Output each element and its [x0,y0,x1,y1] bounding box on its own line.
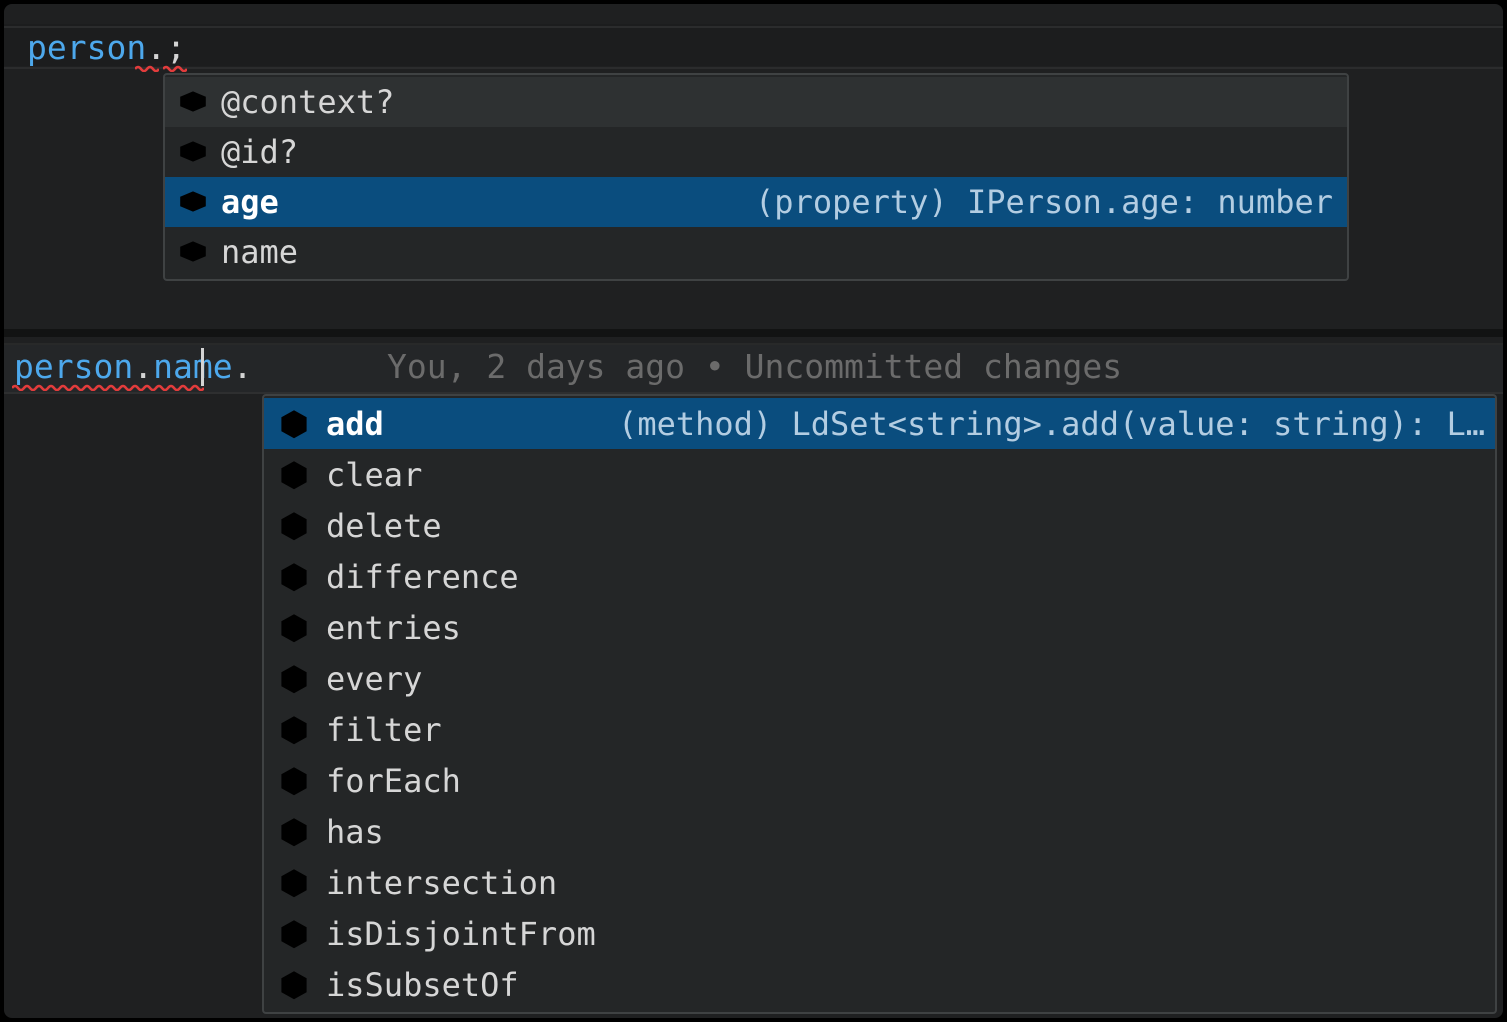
suggest-item-label: difference [326,558,519,596]
suggest-item-label: add [326,405,384,443]
suggest-item-difference[interactable]: difference [264,551,1495,602]
suggest-item-context[interactable]: @context? [165,77,1347,127]
error-squiggle [163,64,187,72]
code-token: . [133,347,153,386]
suggest-item-has[interactable]: has [264,806,1495,857]
current-line-border [4,343,1503,345]
field-icon [175,134,211,170]
code-token: person [27,28,146,67]
method-icon [276,814,312,850]
suggest-widget-properties: @context? @id? age (property) IPerson.ag… [163,73,1349,281]
method-icon [276,508,312,544]
suggest-item-label: intersection [326,864,557,902]
error-squiggle [12,383,204,391]
code-token: ; [166,28,186,67]
suggest-item-label: age [221,183,279,221]
suggest-item-label: delete [326,507,442,545]
method-icon [276,712,312,748]
method-icon [276,763,312,799]
method-icon [276,865,312,901]
suggest-item-intersection[interactable]: intersection [264,857,1495,908]
error-squiggle [135,64,159,72]
method-icon [276,406,312,442]
suggest-item-name[interactable]: name [165,227,1347,277]
suggest-item-label: has [326,813,384,851]
current-line-border [4,26,1503,28]
suggest-item-entries[interactable]: entries [264,602,1495,653]
field-icon [175,84,211,120]
suggest-item-label: @id? [221,133,298,171]
method-icon [276,559,312,595]
suggest-item-label: isDisjointFrom [326,915,596,953]
section-divider [4,329,1503,337]
method-icon [276,457,312,493]
suggest-item-every[interactable]: every [264,653,1495,704]
code-token: . [233,347,253,386]
code-line-2[interactable]: person.name. [14,347,252,387]
suggest-item-label: clear [326,456,422,494]
suggest-item-age-selected[interactable]: age (property) IPerson.age: number [165,177,1347,227]
suggest-item-label: name [221,233,298,271]
code-token: name [153,347,232,386]
suggest-item-label: @context? [221,83,394,121]
suggest-item-id[interactable]: @id? [165,127,1347,177]
suggest-widget-methods: add (method) LdSet<string>.add(value: st… [262,394,1497,1014]
suggest-item-delete[interactable]: delete [264,500,1495,551]
suggest-item-foreach[interactable]: forEach [264,755,1495,806]
suggest-item-label: filter [326,711,442,749]
suggest-item-label: entries [326,609,461,647]
code-token: . [146,28,166,67]
suggest-item-label: forEach [326,762,461,800]
field-icon [175,234,211,270]
method-icon [276,916,312,952]
suggest-item-isdisjointfrom[interactable]: isDisjointFrom [264,908,1495,959]
vscode-editor: person.; @context? @id? age (property) I… [4,4,1503,1018]
code-token: person [14,347,133,386]
method-icon [276,661,312,697]
suggest-item-filter[interactable]: filter [264,704,1495,755]
suggest-item-label: every [326,660,422,698]
code-line-1[interactable]: person.; [27,28,186,68]
method-icon [276,610,312,646]
suggest-item-detail: (property) IPerson.age: number [755,183,1333,221]
suggest-item-add-selected[interactable]: add (method) LdSet<string>.add(value: st… [264,398,1495,449]
method-icon [276,967,312,1003]
suggest-item-clear[interactable]: clear [264,449,1495,500]
suggest-item-detail: (method) LdSet<string>.add(value: string… [618,405,1485,443]
suggest-item-label: isSubsetOf [326,966,519,1004]
current-line-highlight-1 [4,24,1503,66]
field-icon [175,184,211,220]
suggest-item-issubsetof[interactable]: isSubsetOf [264,959,1495,1010]
git-blame-annotation: You, 2 days ago • Uncommitted changes [387,347,1122,387]
current-line-border [4,67,1503,69]
text-cursor [201,348,204,386]
